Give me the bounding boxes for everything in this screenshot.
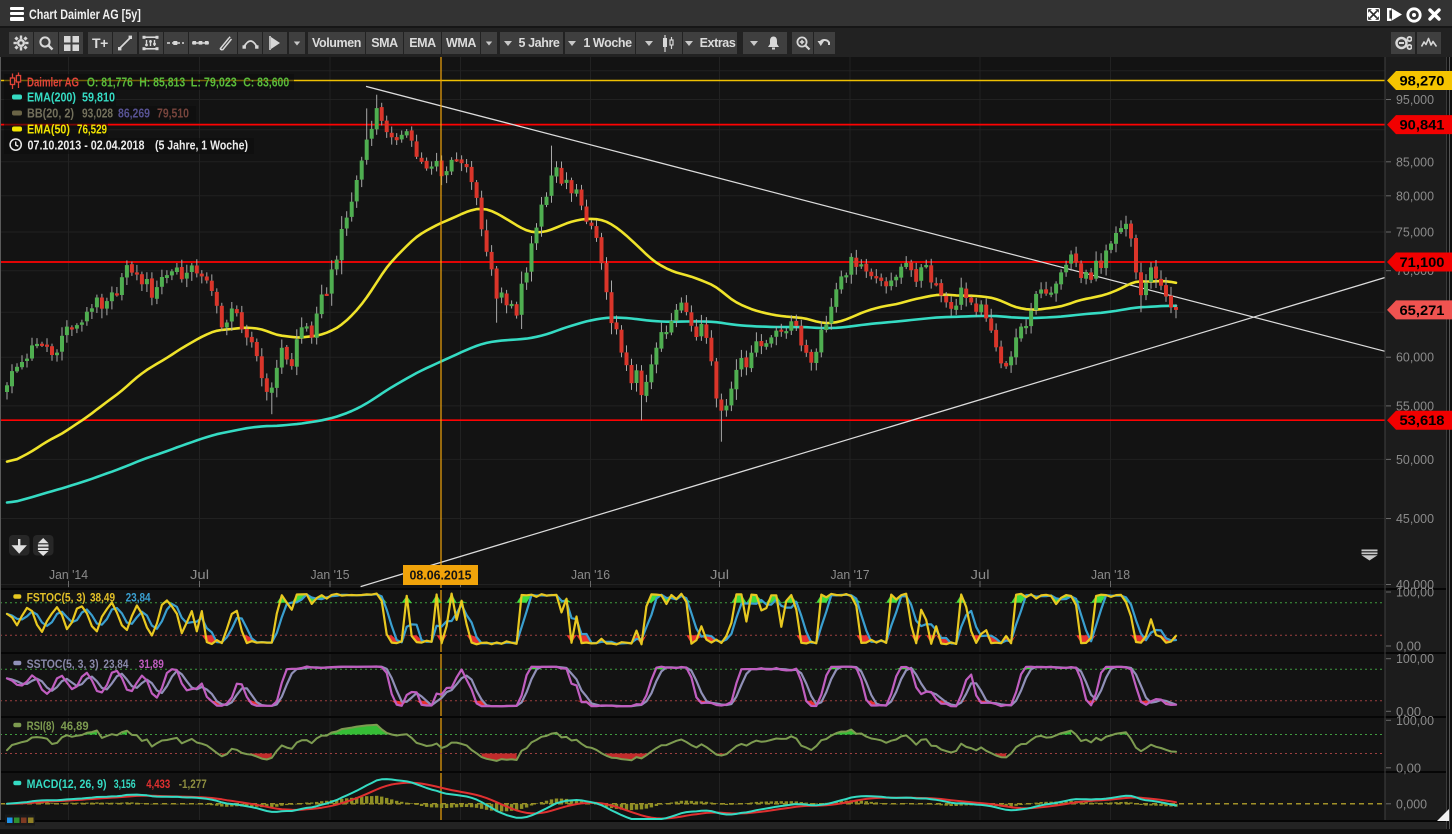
svg-text:31,89: 31,89 — [139, 657, 164, 671]
svg-text:EMA(50): EMA(50) — [27, 123, 70, 137]
svg-text:H: 85,813: H: 85,813 — [139, 76, 185, 90]
svg-text:07.10.2013 - 02.04.2018: 07.10.2013 - 02.04.2018 — [28, 138, 145, 152]
svg-text:0,000: 0,000 — [1396, 796, 1427, 811]
svg-text:50,000: 50,000 — [1396, 452, 1434, 467]
svg-text:0,00: 0,00 — [1396, 760, 1421, 775]
svg-text:23,84: 23,84 — [103, 657, 128, 671]
svg-text:75,000: 75,000 — [1396, 225, 1434, 240]
svg-text:80,000: 80,000 — [1396, 188, 1434, 203]
svg-text:BB(20, 2): BB(20, 2) — [27, 107, 74, 121]
svg-text:100,00: 100,00 — [1396, 585, 1434, 600]
svg-text:Jan '14: Jan '14 — [49, 567, 88, 582]
svg-text:SSTOC(5, 3, 3): SSTOC(5, 3, 3) — [27, 657, 99, 671]
svg-text:Jan '17: Jan '17 — [831, 567, 870, 582]
svg-text:FSTOC(5, 3): FSTOC(5, 3) — [27, 591, 86, 605]
svg-text:L: 79,023: L: 79,023 — [191, 76, 237, 90]
svg-text:RSI(8): RSI(8) — [27, 719, 55, 733]
svg-text:46,89: 46,89 — [61, 719, 89, 733]
svg-text:3,156: 3,156 — [114, 777, 136, 791]
svg-text:100,00: 100,00 — [1396, 713, 1434, 728]
svg-text:85,000: 85,000 — [1396, 154, 1434, 169]
svg-text:08.06.2015: 08.06.2015 — [410, 568, 472, 583]
svg-text:98,270: 98,270 — [1400, 73, 1445, 89]
svg-text:Jul: Jul — [971, 567, 990, 582]
svg-text:Daimler AG: Daimler AG — [27, 76, 79, 90]
svg-text:59,810: 59,810 — [82, 91, 115, 105]
svg-text:93,028: 93,028 — [82, 107, 113, 121]
svg-text:Jan '18: Jan '18 — [1091, 567, 1130, 582]
svg-text:65,271: 65,271 — [1400, 302, 1445, 318]
svg-text:38,49: 38,49 — [90, 591, 115, 605]
svg-text:Jul: Jul — [190, 567, 209, 582]
svg-text:86,269: 86,269 — [118, 107, 150, 121]
svg-text:95,000: 95,000 — [1396, 92, 1434, 107]
svg-text:Jan '16: Jan '16 — [571, 567, 610, 582]
svg-text:MACD(12, 26, 9): MACD(12, 26, 9) — [27, 777, 107, 791]
svg-text:EMA(200): EMA(200) — [27, 91, 76, 105]
svg-text:76,529: 76,529 — [77, 123, 107, 137]
svg-text:71,100: 71,100 — [1400, 254, 1445, 270]
svg-text:79,510: 79,510 — [157, 107, 189, 121]
svg-text:O: 81,776: O: 81,776 — [87, 76, 133, 90]
svg-text:Jul: Jul — [710, 567, 729, 582]
svg-text:60,000: 60,000 — [1396, 350, 1434, 365]
svg-text:100,00: 100,00 — [1396, 651, 1434, 666]
svg-text:53,618: 53,618 — [1400, 412, 1445, 428]
svg-text:(5 Jahre, 1 Woche): (5 Jahre, 1 Woche) — [155, 138, 248, 152]
svg-text:Jan '15: Jan '15 — [311, 567, 350, 582]
svg-text:C: 83,600: C: 83,600 — [243, 76, 289, 90]
svg-text:-1,277: -1,277 — [179, 777, 207, 791]
svg-text:23,84: 23,84 — [126, 591, 151, 605]
svg-text:4,433: 4,433 — [146, 777, 170, 791]
svg-text:90,841: 90,841 — [1400, 117, 1445, 133]
svg-text:45,000: 45,000 — [1396, 511, 1434, 526]
